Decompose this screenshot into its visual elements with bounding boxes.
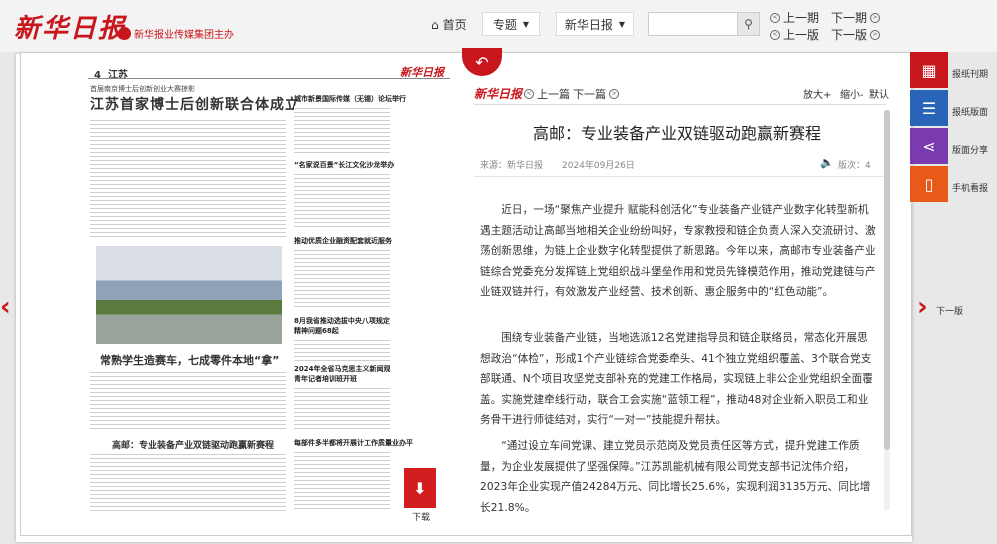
side-headline[interactable]: 8月我省推动选拔中央八项规定精神问题68起: [294, 316, 392, 336]
scrollbar[interactable]: [884, 110, 890, 510]
chevron-left-icon: <: [770, 12, 780, 23]
home-link[interactable]: ⌂ 首页: [431, 16, 467, 33]
article-title: 高邮：专业装备产业双链驱动跑赢新赛程: [532, 124, 821, 143]
group-logo-icon: [118, 27, 131, 40]
chevron-right-icon: >: [870, 29, 881, 40]
publisher-line: 新华报业传媒集团主办: [118, 26, 234, 41]
zoom-out-button[interactable]: 缩小-: [840, 86, 864, 101]
mobile-label[interactable]: 手机看报: [952, 181, 988, 194]
prev-issue-link[interactable]: < 上一期: [770, 9, 819, 26]
audio-icon[interactable]: 🔈: [820, 156, 834, 169]
text-block[interactable]: [294, 450, 390, 512]
next-issue-link[interactable]: 下一期 >: [831, 9, 881, 26]
next-page-link[interactable]: 下一版 >: [831, 26, 881, 43]
next-page-arrow-icon[interactable]: ›: [917, 292, 928, 322]
text-block[interactable]: [294, 106, 390, 156]
calendar-label[interactable]: 报纸刊期: [952, 67, 988, 80]
scrollbar-thumb[interactable]: [884, 110, 890, 450]
chevron-left-icon: <: [770, 29, 780, 40]
chevron-down-icon: ▼: [618, 19, 626, 29]
text-block[interactable]: [294, 338, 390, 362]
news-photo[interactable]: [96, 246, 282, 344]
article-paragraph: “通过设立车间党课、建立党员示范岗及党员责任区等方式，提升党建工作质量，为企业发…: [480, 440, 871, 514]
text-block[interactable]: [90, 370, 286, 430]
text-block[interactable]: [90, 452, 286, 512]
side-headline[interactable]: 2024年全省马克思主义新闻观青年记者培训班开班: [294, 364, 392, 384]
list-label[interactable]: 报纸版面: [952, 105, 988, 118]
article-source: 来源：新华日报: [480, 161, 544, 171]
site-logo[interactable]: 新华日报: [14, 8, 126, 45]
text-block[interactable]: [294, 248, 390, 308]
prev-page-link[interactable]: < 上一版: [770, 26, 819, 43]
search-box[interactable]: ⚲: [648, 12, 760, 36]
chevron-down-icon: ▼: [522, 19, 530, 29]
text-block[interactable]: [294, 172, 390, 230]
pdf-download-icon[interactable]: ⬇: [404, 468, 436, 508]
download-label[interactable]: 下载: [412, 510, 430, 523]
divider: [474, 176, 886, 177]
article-nav: < 上一篇 下一篇 >: [524, 86, 619, 102]
kicker[interactable]: 首届南京博士后创新创业大赛掠影: [90, 84, 195, 94]
list-icon[interactable]: ☰: [910, 90, 948, 126]
article-paragraph: 近日，一场“聚焦产业提升 赋能科创活化”专业装备产业链产业数字化转型新机遇主题活…: [480, 204, 876, 298]
chevron-right-icon: >: [870, 12, 881, 23]
newspaper-page[interactable]: 4 江苏 新华日报 首届南京博士后创新创业大赛掠影 江苏首家博士后创新联合体成立…: [28, 56, 458, 528]
headline-2[interactable]: 常熟学生造赛车，七成零件本地“拿”: [100, 352, 279, 368]
side-headline[interactable]: 推动优质企业融资配套就近服务: [294, 236, 392, 246]
side-headline[interactable]: 城市新景国际传媒（无锡）论坛举行: [294, 94, 406, 104]
home-icon: ⌂: [431, 17, 439, 32]
side-headline[interactable]: “名家说百景”长江文化沙龙举办: [294, 160, 394, 170]
prev-article-link[interactable]: 上一篇: [537, 86, 570, 102]
article-paragraph: 围绕专业装备产业链，当地选派12名党建指导员和链企联络员，常态化开展思想政治“体…: [480, 332, 873, 426]
share-label[interactable]: 版面分享: [952, 143, 988, 156]
paper-dropdown[interactable]: 新华日报 ▼: [556, 12, 634, 36]
search-icon[interactable]: ⚲: [737, 13, 759, 35]
headline-3[interactable]: 高邮：专业装备产业双链驱动跑赢新赛程: [112, 438, 274, 451]
article-date: 2024年09月26日: [562, 161, 635, 171]
side-headline[interactable]: 每部件多半都将开展计工作质量业办平: [294, 438, 413, 448]
topic-dropdown[interactable]: 专题 ▼: [482, 12, 540, 36]
zoom-in-button[interactable]: 放大+: [803, 86, 831, 101]
top-bar: 新华日报 新华报业传媒集团主办 ⌂ 首页 专题 ▼ 新华日报 ▼ ⚲ < 上一期 下一期…: [0, 0, 997, 52]
text-block[interactable]: [294, 386, 390, 432]
next-article-link[interactable]: 下一篇: [573, 86, 606, 102]
share-icon[interactable]: ⋖: [910, 128, 948, 164]
divider: [474, 104, 886, 105]
divider: [88, 78, 450, 79]
headline-1[interactable]: 江苏首家博士后创新联合体成立: [90, 94, 300, 114]
zoom-default-button[interactable]: 默认: [869, 86, 889, 101]
calendar-icon[interactable]: ▦: [910, 52, 948, 88]
prev-page-arrow-icon[interactable]: ‹: [0, 292, 11, 322]
chevron-right-icon: >: [609, 89, 619, 99]
article-brand: 新华日报: [474, 87, 523, 101]
chevron-left-icon: <: [524, 89, 534, 99]
text-block[interactable]: [90, 118, 286, 238]
next-page-label[interactable]: 下一版: [936, 304, 963, 317]
mobile-icon[interactable]: ▯: [910, 166, 948, 202]
article-page: 版次：4: [838, 161, 871, 171]
